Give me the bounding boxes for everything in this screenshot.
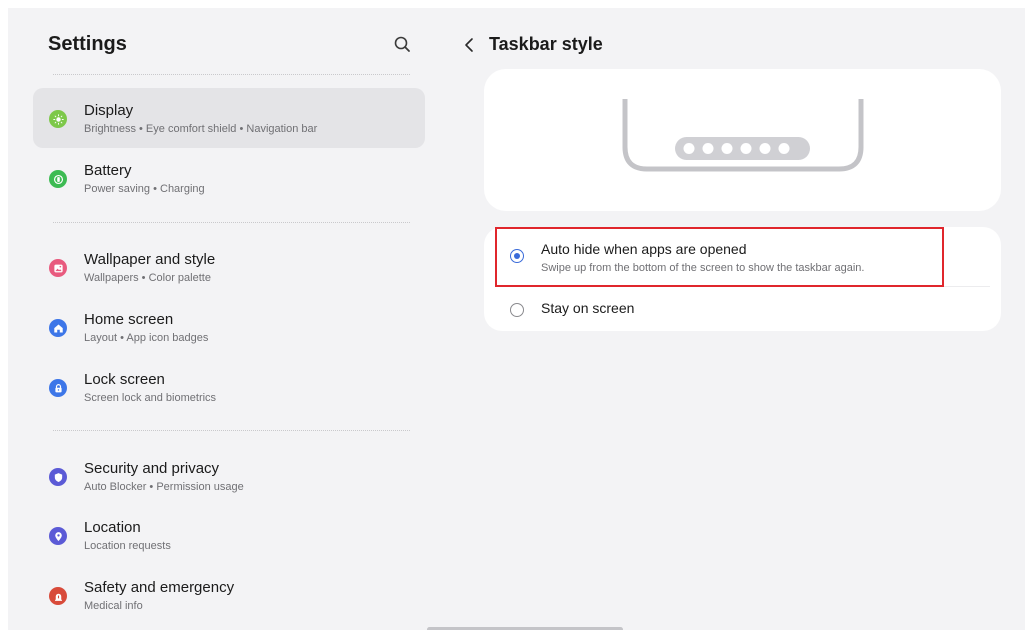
sidebar-item-subtitle: Auto Blocker • Permission usage	[84, 481, 244, 493]
sidebar-item-wallpaper[interactable]: Wallpaper and style Wallpapers • Color p…	[33, 237, 425, 297]
taskbar-preview-card	[484, 69, 1001, 211]
sidebar-item-safety[interactable]: Safety and emergency Medical info	[33, 565, 425, 625]
sidebar-item-title: Safety and emergency	[84, 579, 235, 596]
sidebar-item-subtitle: Medical info	[84, 600, 143, 612]
battery-icon	[49, 170, 67, 188]
radio-auto-hide[interactable]	[510, 249, 524, 263]
sidebar-item-title: Security and privacy	[84, 460, 220, 477]
sidebar-item-display[interactable]: Display Brightness • Eye comfort shield …	[33, 88, 425, 148]
lock-icon	[49, 379, 67, 397]
sidebar-item-subtitle: Screen lock and biometrics	[84, 392, 217, 404]
taskbar-preview-illustration	[622, 99, 864, 172]
option-stay-on-screen[interactable]: Stay on screen	[484, 287, 1001, 331]
sidebar-item-subtitle: Brightness • Eye comfort shield • Naviga…	[84, 123, 318, 135]
settings-screen: Settings Display Brightness • Eye comfor…	[8, 8, 1025, 630]
sun-icon	[49, 110, 67, 128]
search-icon	[394, 36, 410, 52]
sidebar-item-title: Home screen	[84, 311, 174, 328]
location-pin-icon	[49, 527, 67, 545]
sidebar-item-title: Battery	[84, 162, 132, 179]
sidebar-item-subtitle: Location requests	[84, 540, 171, 552]
option-subtitle: Swipe up from the bottom of the screen t…	[541, 262, 865, 274]
sidebar-item-subtitle: Wallpapers • Color palette	[84, 272, 211, 284]
home-icon	[49, 319, 67, 337]
chevron-left-icon	[465, 38, 473, 52]
sidebar-item-lock-screen[interactable]: Lock screen Screen lock and biometrics	[33, 357, 425, 417]
section-divider	[53, 74, 410, 75]
sidebar-item-location[interactable]: Location Location requests	[33, 505, 425, 565]
page-title: Taskbar style	[489, 34, 603, 54]
section-divider	[53, 430, 410, 431]
search-button[interactable]	[392, 34, 414, 56]
emergency-icon	[49, 587, 67, 605]
settings-sidebar: Settings Display Brightness • Eye comfor…	[8, 8, 438, 630]
sidebar-item-battery[interactable]: Battery Power saving • Charging	[33, 148, 425, 208]
image-icon	[49, 259, 67, 277]
sidebar-item-title: Display	[84, 102, 134, 119]
option-title: Stay on screen	[541, 300, 635, 316]
back-button[interactable]	[460, 34, 480, 56]
settings-title: Settings	[48, 33, 127, 55]
sidebar-item-subtitle: Power saving • Charging	[84, 183, 205, 195]
shield-icon	[49, 468, 67, 486]
sidebar-item-title: Wallpaper and style	[84, 251, 216, 268]
sidebar-item-subtitle: Layout • App icon badges	[84, 332, 209, 344]
sidebar-item-home-screen[interactable]: Home screen Layout • App icon badges	[33, 297, 425, 357]
taskbar-options-card: Auto hide when apps are opened Swipe up …	[484, 227, 1001, 331]
sidebar-item-security[interactable]: Security and privacy Auto Blocker • Perm…	[33, 446, 425, 506]
sidebar-item-title: Lock screen	[84, 371, 165, 388]
section-divider	[53, 222, 410, 223]
radio-stay-on-screen[interactable]	[510, 303, 524, 317]
option-auto-hide[interactable]: Auto hide when apps are opened Swipe up …	[484, 227, 1001, 286]
option-title: Auto hide when apps are opened	[541, 241, 747, 257]
sidebar-item-title: Location	[84, 519, 141, 536]
